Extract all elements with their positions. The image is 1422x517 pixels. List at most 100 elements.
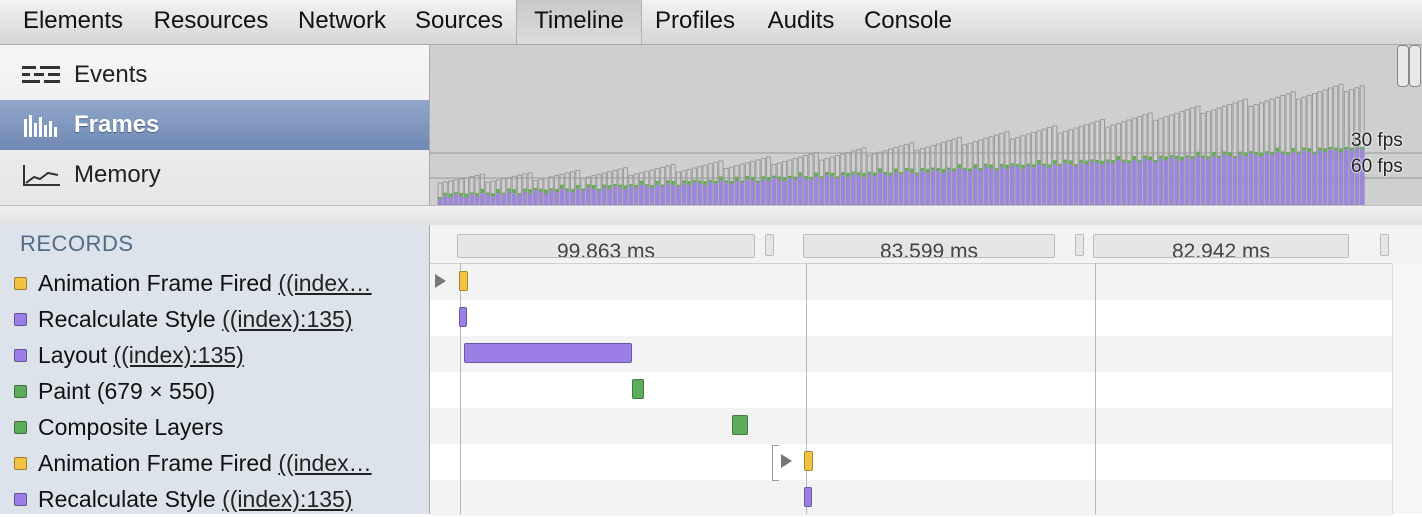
frame-painting-bar (650, 185, 654, 189)
record-title: Animation Frame Fired (38, 270, 272, 296)
frame-duration-box[interactable]: 82.942 ms (1093, 234, 1349, 258)
frame-painting-bar (623, 185, 628, 190)
frame-rendering-bar (485, 194, 490, 205)
record-row[interactable]: Recalculate Style ((index):135) (0, 301, 429, 337)
record-source-link[interactable]: ((index):135) (222, 486, 352, 512)
frame-rendering-bar (628, 186, 633, 205)
scripting-record-bar[interactable] (804, 451, 813, 471)
frame-rendering-bar (1211, 155, 1216, 205)
tab-timeline[interactable]: Timeline (516, 0, 642, 44)
frame-painting-bar (793, 176, 798, 180)
tab-elements[interactable]: Elements (8, 0, 138, 44)
frames-overview-graph[interactable]: 30 fps 60 fps (430, 45, 1422, 205)
rendering-record-bar[interactable] (459, 307, 467, 327)
panel-splitter[interactable] (0, 205, 1422, 226)
frame-painting-bar (840, 172, 845, 176)
record-row[interactable]: Animation Frame Fired ((index… (0, 265, 429, 301)
frame-painting-bar (697, 180, 702, 184)
frame-painting-bar (872, 172, 877, 176)
frame-rendering-bar (1015, 167, 1020, 205)
frame-duration-box[interactable]: 83.599 ms (803, 234, 1055, 258)
record-row[interactable]: Composite Layers (0, 409, 429, 445)
rendering-record-bar[interactable] (464, 343, 632, 363)
frame-painting-bar (703, 181, 707, 186)
frame-rendering-bar (771, 177, 776, 205)
overview-mode-frames[interactable]: Frames (0, 100, 429, 150)
frame-rendering-bar (1270, 154, 1275, 205)
frame-painting-bar (809, 176, 813, 180)
frame-rendering-bar (671, 184, 676, 205)
frame-divider (1095, 263, 1096, 514)
timeline-scrollbar[interactable] (1392, 263, 1422, 514)
frame-painting-bar (877, 168, 882, 173)
overview-mode-events[interactable]: Events (0, 50, 429, 100)
frame-painting-bar (1185, 155, 1190, 158)
frame-rendering-bar (1089, 161, 1094, 205)
frame-rendering-bar (840, 175, 845, 205)
frame-rendering-bar (1021, 168, 1025, 205)
expand-arrow-icon[interactable] (781, 454, 792, 468)
frame-painting-bar (1259, 152, 1264, 157)
record-row[interactable]: Layout ((index):135) (0, 337, 429, 373)
frame-rendering-bar (761, 179, 766, 205)
record-row[interactable]: Recalculate Style ((index):135) (0, 481, 429, 517)
frame-rendering-bar (1312, 153, 1317, 205)
record-source-link[interactable]: ((index):135) (222, 306, 352, 332)
frame-rendering-bar (856, 175, 861, 205)
frame-rendering-bar (448, 197, 453, 205)
record-source-link[interactable]: ((index… (278, 450, 371, 476)
frame-rendering-bar (480, 192, 485, 205)
frame-painting-bar (978, 168, 983, 171)
frame-painting-bar (1307, 148, 1312, 153)
frame-rendering-bar (978, 170, 983, 205)
frame-rendering-bar (1291, 151, 1296, 205)
tab-network[interactable]: Network (284, 0, 400, 44)
overview-window-handle-left[interactable] (1397, 45, 1409, 87)
frame-rendering-bar (713, 183, 718, 205)
frame-rendering-bar (1238, 154, 1243, 205)
frame-painting-bar (618, 184, 623, 188)
frame-rendering-bar (994, 170, 999, 205)
events-icon (22, 66, 60, 83)
frame-painting-bar (1084, 160, 1089, 165)
tab-sources[interactable]: Sources (404, 0, 514, 44)
frame-painting-bar (1026, 163, 1031, 166)
frame-rendering-bar (1339, 152, 1343, 205)
frame-rendering-bar (459, 195, 464, 205)
record-source-link[interactable]: ((index… (278, 270, 371, 296)
expand-arrow-icon[interactable] (435, 274, 446, 288)
frame-duration-box[interactable]: 99.863 ms (457, 234, 755, 258)
record-title: Layout (38, 342, 108, 368)
record-source-link[interactable]: ((index):135) (113, 342, 243, 368)
frame-rendering-bar (745, 179, 750, 205)
frame-rendering-bar (538, 191, 543, 205)
frame-painting-bar (973, 164, 978, 169)
frame-rendering-bar (904, 170, 909, 205)
frame-rendering-bar (570, 192, 575, 205)
record-row[interactable]: Paint (679 × 550) (0, 373, 429, 409)
frame-rendering-bar (883, 173, 888, 205)
painting-record-bar[interactable] (732, 415, 748, 435)
tab-console[interactable]: Console (852, 0, 964, 44)
frame-painting-bar (1254, 151, 1259, 155)
tab-resources[interactable]: Resources (142, 0, 280, 44)
frame-rendering-bar (1105, 161, 1110, 205)
frame-painting-bar (1158, 155, 1163, 159)
tab-audits[interactable]: Audits (754, 0, 848, 44)
scripting-record-bar[interactable] (459, 271, 468, 291)
frame-painting-bar (676, 184, 681, 187)
frame-rendering-bar (930, 169, 935, 205)
painting-record-bar[interactable] (632, 379, 644, 399)
frame-painting-bar (1089, 159, 1094, 162)
frame-painting-bar (718, 176, 723, 181)
record-row[interactable]: Animation Frame Fired ((index… (0, 445, 429, 481)
tab-profiles[interactable]: Profiles (643, 0, 747, 44)
frame-painting-bar (1270, 151, 1275, 155)
frame-painting-bar (475, 193, 480, 197)
overview-mode-memory[interactable]: Memory (0, 150, 429, 200)
frame-painting-bar (1190, 156, 1195, 160)
rendering-record-bar[interactable] (804, 487, 812, 507)
overview-window-handle-right[interactable] (1409, 45, 1421, 87)
frame-painting-bar (528, 189, 533, 194)
frame-painting-bar (1227, 152, 1232, 157)
